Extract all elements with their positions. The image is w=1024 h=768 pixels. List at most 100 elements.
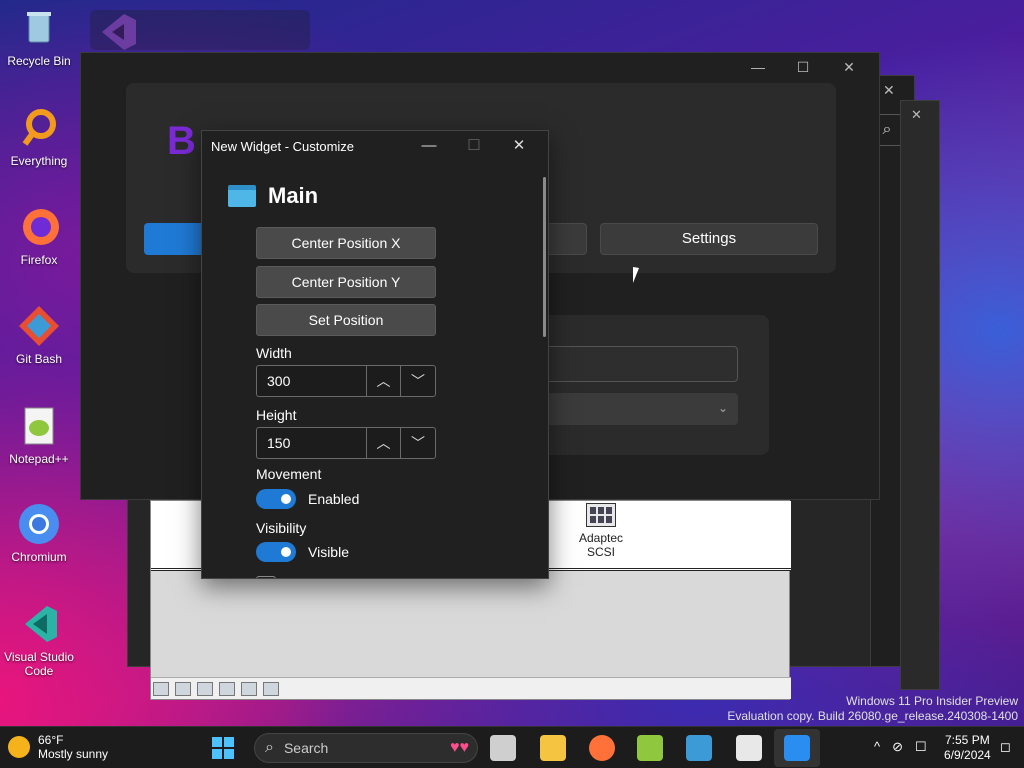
desktop-icon-recycle-bin[interactable]: Recycle Bin [4, 6, 74, 68]
desktop-icon-git-bash[interactable]: Git Bash [4, 304, 74, 366]
file-explorer-icon[interactable] [540, 735, 566, 761]
search-placeholder: Search [283, 740, 329, 756]
app-title: B [167, 119, 196, 163]
watermark-line: Windows 11 Pro Insider Preview [846, 694, 1018, 708]
desktop-icon-label: Recycle Bin [7, 54, 71, 68]
maximize-button: ☐ [467, 137, 481, 154]
taskbar-ghost-window [90, 10, 310, 50]
desktop-icon-everything[interactable]: Everything [4, 106, 74, 168]
status-icon [197, 682, 213, 696]
status-icon [219, 682, 235, 696]
chromium-icon [17, 502, 61, 546]
watermark-line: Evaluation copy. Build 26080.ge_release.… [727, 709, 1018, 723]
documents-icon[interactable] [736, 735, 762, 761]
vscode-icon [17, 602, 61, 646]
notepad-plus-plus-icon [17, 404, 61, 448]
status-icon [263, 682, 279, 696]
width-input[interactable]: 300 [257, 366, 367, 396]
height-increment-button[interactable]: ︿ [367, 428, 401, 458]
width-label: Width [256, 345, 292, 361]
center-y-button[interactable]: Center Position Y [256, 266, 436, 298]
status-icon [153, 682, 169, 696]
desktop-icon-notepad-plus-plus[interactable]: Notepad++ [4, 404, 74, 466]
window-icon [228, 185, 256, 207]
firefox-taskbar-icon[interactable] [589, 735, 615, 761]
desktop-icon-vscode[interactable]: Visual Studio Code [4, 602, 74, 678]
task-view-icon[interactable] [490, 735, 516, 761]
search-icon: ⌕ [265, 739, 274, 756]
section-title: Main [268, 183, 319, 208]
visibility-toggle[interactable] [256, 542, 296, 562]
widget-app-taskbar-icon[interactable] [784, 735, 810, 761]
everything-icon [17, 106, 61, 150]
visibility-label: Visibility [256, 520, 307, 536]
close-button[interactable]: ✕ [834, 59, 864, 79]
partly-sunny-icon [8, 736, 30, 758]
close-button[interactable]: ✕ [504, 135, 534, 157]
checkbox[interactable] [256, 576, 276, 578]
device-item[interactable]: Adaptec SCSI [566, 503, 636, 559]
desktop-icon-label: Everything [10, 154, 68, 168]
height-input[interactable]: 150 [257, 428, 367, 458]
close-icon[interactable]: ✕ [883, 82, 895, 99]
center-x-button[interactable]: Center Position X [256, 227, 436, 259]
minimize-button[interactable]: — [414, 135, 444, 157]
width-stepper: 300 ︿ ﹀ [256, 365, 436, 397]
dropdown-select[interactable]: ⌄ [546, 393, 738, 425]
desktop-icon-label: Notepad++ [9, 452, 69, 466]
notepad-plus-plus-taskbar-icon[interactable] [637, 735, 663, 761]
status-icon [175, 682, 191, 696]
weather-widget[interactable]: 66°F Mostly sunny [8, 733, 108, 761]
speaker-icon[interactable]: ☐ [915, 739, 927, 755]
weather-temp: 66°F [38, 733, 64, 747]
device-label: Adaptec SCSI [578, 531, 624, 559]
git-bash-icon [17, 304, 61, 348]
minimize-button[interactable]: — [743, 59, 773, 79]
control-panel-icon[interactable] [686, 735, 712, 761]
clock-date: 6/9/2024 [944, 748, 991, 762]
status-icon [241, 682, 257, 696]
close-icon[interactable]: ✕ [911, 107, 922, 123]
scrollbar[interactable] [543, 177, 546, 337]
chevron-down-icon: ⌄ [717, 401, 728, 415]
firefox-icon [17, 205, 61, 249]
set-position-button[interactable]: Set Position [256, 304, 436, 336]
desktop-icon-label: Visual Studio Code [4, 650, 74, 678]
taskbar-search[interactable]: ⌕ Search ♥♥ [254, 733, 478, 763]
section-header: Main [228, 183, 318, 209]
system-tray: ^ ⊘ ☐ [874, 739, 927, 755]
movement-toggle-row: Enabled [256, 489, 359, 509]
text-input[interactable] [546, 346, 738, 382]
movement-toggle[interactable] [256, 489, 296, 509]
height-decrement-button[interactable]: ﹀ [401, 428, 435, 458]
recycle-bin-icon [17, 6, 61, 50]
mouse-cursor-icon [633, 266, 645, 286]
desktop-icon-chromium[interactable]: Chromium [4, 502, 74, 564]
width-decrement-button[interactable]: ﹀ [401, 366, 435, 396]
desktop-icon-firefox[interactable]: Firefox [4, 205, 74, 267]
taskbar: 66°F Mostly sunny ⌕ Search ♥♥ ^ ⊘ ☐ 7:55… [0, 726, 1024, 768]
height-stepper: 150 ︿ ﹀ [256, 427, 436, 459]
customize-dialog: New Widget - Customize — ☐ ✕ Main Center… [201, 130, 549, 579]
network-icon[interactable]: ⊘ [892, 739, 903, 755]
desktop-icon-label: Chromium [11, 550, 67, 564]
height-label: Height [256, 407, 297, 423]
settings-button[interactable]: Settings [600, 223, 818, 255]
dialog-title: New Widget - Customize [211, 139, 355, 154]
start-button[interactable] [212, 737, 234, 759]
notifications-icon[interactable]: ◻ [1000, 739, 1011, 755]
maximize-button[interactable]: ☐ [788, 59, 818, 79]
legacy-status-bar [151, 677, 791, 699]
desktop-icon-label: Firefox [20, 253, 58, 267]
taskbar-clock[interactable]: 7:55 PM 6/9/2024 [944, 733, 991, 763]
visibility-state: Visible [308, 544, 349, 560]
movement-state: Enabled [308, 491, 360, 507]
weather-desc: Mostly sunny [38, 747, 109, 761]
width-increment-button[interactable]: ︿ [367, 366, 401, 396]
movement-label: Movement [256, 466, 322, 482]
clock-time: 7:55 PM [945, 733, 990, 747]
evaluation-watermark: Windows 11 Pro Insider Preview Evaluatio… [727, 694, 1018, 724]
chevron-up-icon[interactable]: ^ [874, 739, 880, 755]
search-highlight-icon: ♥♥ [450, 739, 469, 756]
background-window-2: ✕ [900, 100, 940, 690]
